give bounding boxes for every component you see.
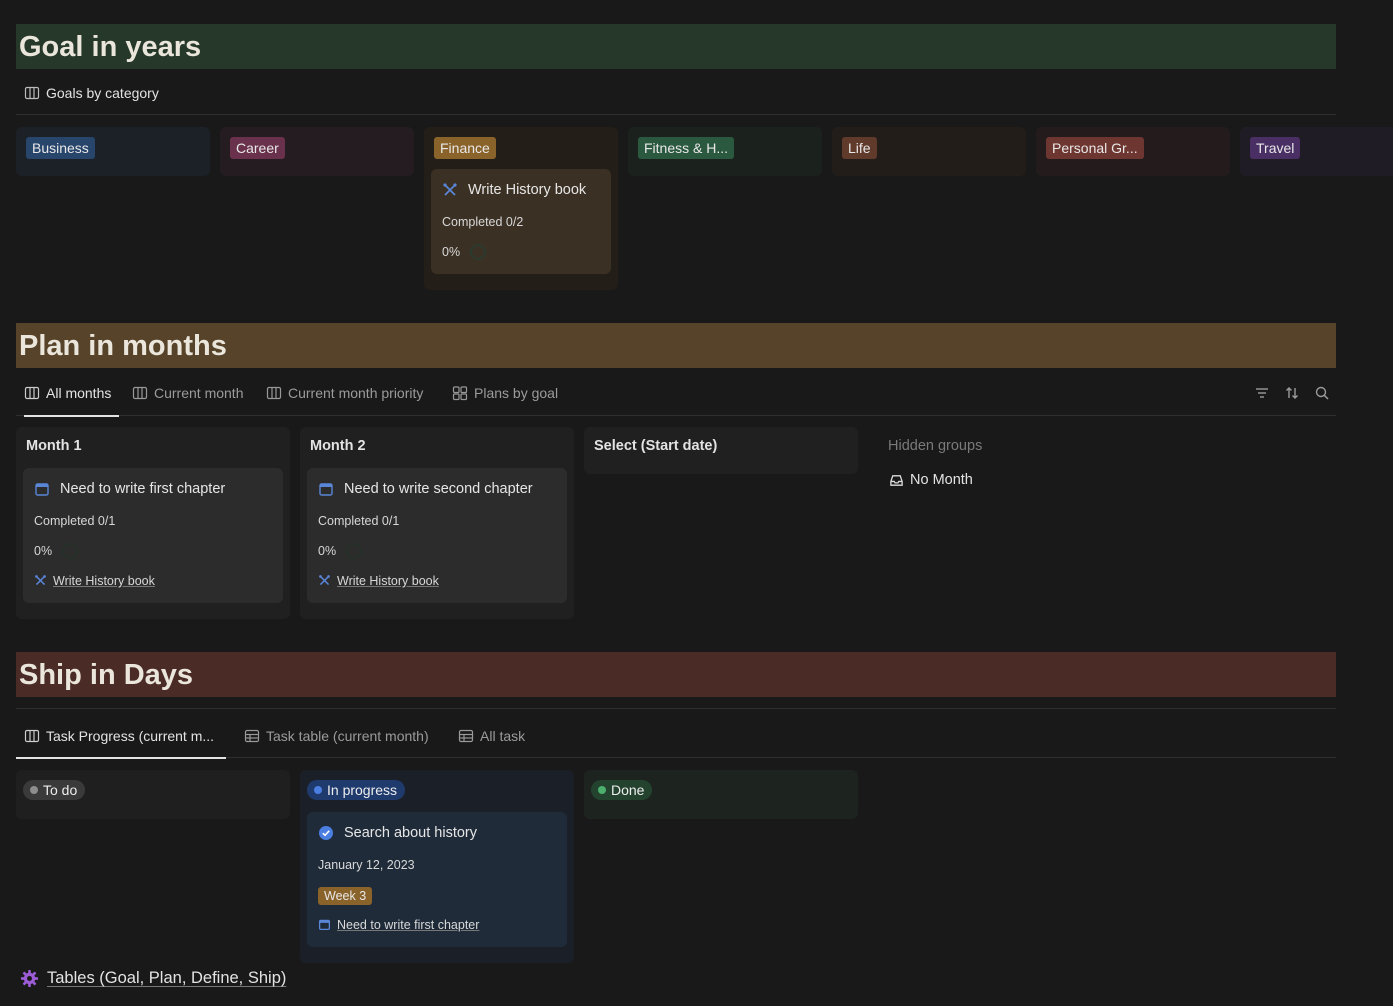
tab-current-month[interactable]: Current month bbox=[132, 370, 243, 416]
calendar-icon bbox=[318, 919, 331, 931]
progress-ring bbox=[470, 244, 486, 260]
calendar-icon bbox=[319, 483, 333, 496]
search-icon[interactable] bbox=[1314, 385, 1330, 401]
group-month-2: Month 2 bbox=[310, 438, 366, 454]
view-goals-by-category[interactable]: Goals by category bbox=[24, 85, 159, 101]
status-to-do[interactable]: To do bbox=[23, 780, 86, 800]
tables-link-label: Tables (Goal, Plan, Define, Ship) bbox=[47, 969, 287, 987]
goal-card[interactable]: Write History book Completed 0/2 0% bbox=[431, 169, 611, 274]
plan-relation-link[interactable]: Need to write first chapter bbox=[337, 918, 479, 932]
board-icon bbox=[266, 386, 282, 400]
inbox-icon bbox=[890, 474, 903, 486]
plan-card[interactable]: Need to write second chapter Completed 0… bbox=[307, 468, 567, 603]
plan-card-percent: 0% bbox=[34, 544, 53, 558]
tag-business[interactable]: Business bbox=[26, 137, 95, 159]
tables-link[interactable]: Tables (Goal, Plan, Define, Ship) bbox=[20, 969, 286, 988]
plan-card-title: Need to write first chapter bbox=[60, 481, 226, 497]
board-icon bbox=[132, 386, 148, 400]
table-icon bbox=[244, 729, 260, 743]
ship-tabs: Task Progress (current m... Task table (… bbox=[16, 714, 1336, 759]
goal-card-completed: Completed 0/2 bbox=[442, 215, 524, 229]
hidden-groups-label: Hidden groups bbox=[888, 438, 983, 454]
task-card-title: Search about history bbox=[344, 825, 477, 841]
status-in-progress[interactable]: In progress bbox=[307, 780, 406, 800]
divider bbox=[16, 114, 1336, 115]
tag-life[interactable]: Life bbox=[842, 137, 877, 159]
tab-label: Task Progress (current m... bbox=[46, 728, 215, 744]
divider bbox=[16, 708, 1336, 709]
hidden-group-label: No Month bbox=[910, 472, 973, 488]
tag-career[interactable]: Career bbox=[230, 137, 285, 159]
plan-card-title: Need to write second chapter bbox=[344, 481, 533, 497]
tab-all-months[interactable]: All months bbox=[24, 370, 120, 417]
view-label: Goals by category bbox=[46, 85, 159, 101]
goal-card-title: Write History book bbox=[468, 182, 587, 198]
progress-ring bbox=[62, 543, 78, 559]
ship-banner: Ship in Days bbox=[16, 652, 1336, 697]
tab-label: All task bbox=[480, 728, 526, 744]
tab-label: Current month priority bbox=[288, 385, 424, 401]
calendar-icon bbox=[35, 483, 49, 496]
gear-icon bbox=[20, 969, 39, 988]
tab-label: Plans by goal bbox=[474, 385, 559, 401]
filter-icon[interactable] bbox=[1254, 385, 1270, 401]
tab-all-task[interactable]: All task bbox=[458, 714, 525, 758]
goal-card-percent: 0% bbox=[442, 245, 461, 259]
board-icon bbox=[24, 729, 40, 743]
goal-banner: Goal in years bbox=[16, 24, 1336, 69]
tab-task-progress[interactable]: Task Progress (current m... bbox=[16, 714, 227, 759]
gallery-icon bbox=[452, 386, 468, 401]
plan-tabs: All months Current month Current month p… bbox=[16, 370, 1336, 417]
tab-label: All months bbox=[46, 385, 112, 401]
check-circle-icon bbox=[319, 826, 333, 840]
task-card-date: January 12, 2023 bbox=[318, 858, 415, 872]
week-tag: Week 3 bbox=[318, 887, 373, 905]
goal-icon bbox=[35, 575, 46, 586]
plan-banner: Plan in months bbox=[16, 323, 1336, 368]
plan-card[interactable]: Need to write first chapter Completed 0/… bbox=[23, 468, 283, 603]
sort-icon[interactable] bbox=[1284, 385, 1300, 401]
group-month-1: Month 1 bbox=[26, 438, 82, 454]
group-select-start-date: Select (Start date) bbox=[594, 438, 718, 454]
tab-label: Current month bbox=[154, 385, 244, 401]
plan-card-percent: 0% bbox=[318, 544, 337, 558]
tab-label: Task table (current month) bbox=[266, 728, 429, 744]
tag-personal-growth[interactable]: Personal Gr... bbox=[1046, 137, 1144, 159]
tab-task-table[interactable]: Task table (current month) bbox=[244, 714, 429, 758]
task-card[interactable]: Search about history January 12, 2023 We… bbox=[307, 812, 567, 947]
table-icon bbox=[458, 729, 474, 743]
hidden-group-no-month[interactable]: No Month bbox=[889, 472, 973, 488]
goal-relation-link[interactable]: Write History book bbox=[53, 574, 155, 588]
board-icon bbox=[24, 86, 40, 100]
tag-finance[interactable]: Finance bbox=[434, 137, 496, 159]
progress-ring bbox=[346, 543, 362, 559]
tag-travel[interactable]: Travel bbox=[1250, 137, 1301, 159]
board-icon bbox=[24, 386, 40, 400]
tab-plans-by-goal[interactable]: Plans by goal bbox=[452, 370, 558, 416]
goal-icon bbox=[319, 575, 330, 586]
plan-card-completed: Completed 0/1 bbox=[34, 514, 116, 528]
status-done[interactable]: Done bbox=[591, 780, 653, 800]
plan-card-completed: Completed 0/1 bbox=[318, 514, 400, 528]
tag-fitness[interactable]: Fitness & H... bbox=[638, 137, 735, 159]
goal-icon bbox=[443, 183, 457, 196]
goal-relation-link[interactable]: Write History book bbox=[337, 574, 439, 588]
tab-current-month-priority[interactable]: Current month priority bbox=[266, 370, 423, 416]
